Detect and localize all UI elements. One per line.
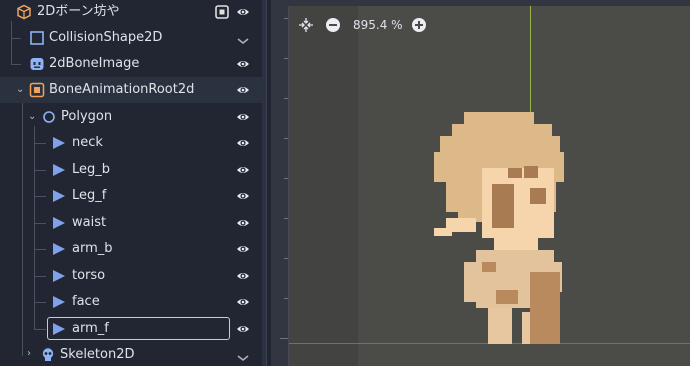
- tree-item-torso[interactable]: torso: [0, 263, 262, 289]
- tree-item-waist[interactable]: waist: [0, 210, 262, 236]
- visibility-eye-icon[interactable]: [236, 110, 250, 124]
- script-toggle-icon[interactable]: [215, 5, 229, 19]
- character-sprite[interactable]: [434, 112, 584, 352]
- tree-item-arm-f[interactable]: arm_f: [0, 316, 262, 342]
- tree-item-label: 2Dボーン坊や: [37, 4, 120, 19]
- tree-item-label: torso: [72, 268, 106, 283]
- tree-item-leg-f[interactable]: Leg_f: [0, 183, 262, 209]
- bone-icon: [53, 164, 65, 176]
- tree-item-label: arm_b: [72, 241, 113, 256]
- visibility-eye-icon[interactable]: [236, 242, 250, 256]
- scene-tree-panel: 2Dボーン坊や CollisionShape2D 2dBoneImage ⌄ B…: [0, 0, 262, 366]
- tree-item-root[interactable]: 2Dボーン坊や: [0, 0, 262, 25]
- visibility-eye-icon[interactable]: [236, 189, 250, 203]
- canvas-viewport[interactable]: 895.4 %: [289, 6, 690, 366]
- panel-divider: [266, 0, 267, 366]
- node3d-icon: [17, 4, 31, 20]
- tree-item-label: CollisionShape2D: [49, 30, 163, 45]
- bone-icon: [53, 296, 65, 308]
- tree-item-label: face: [72, 294, 100, 309]
- chevron-down-icon[interactable]: [236, 351, 250, 365]
- visibility-eye-icon[interactable]: [236, 83, 250, 97]
- visibility-eye-icon[interactable]: [236, 322, 250, 336]
- tree-item-label: neck: [72, 135, 103, 150]
- expand-arrow-icon[interactable]: ⌄: [28, 112, 36, 122]
- visibility-eye-icon[interactable]: [236, 163, 250, 177]
- expand-arrow-icon[interactable]: ⌄: [16, 85, 24, 95]
- bone-icon: [53, 217, 65, 229]
- visibility-eye-icon[interactable]: [236, 57, 250, 71]
- bone-icon: [53, 270, 65, 282]
- canvas-outside-region: [289, 6, 358, 366]
- tree-item-neck[interactable]: neck: [0, 130, 262, 156]
- expand-arrow-icon[interactable]: ›: [27, 349, 31, 359]
- tree-item-label: Leg_b: [72, 162, 111, 177]
- polygon-icon: [43, 111, 55, 123]
- visibility-eye-icon[interactable]: [236, 5, 250, 19]
- tree-item-label: BoneAnimationRoot2d: [49, 82, 195, 97]
- visibility-eye-icon[interactable]: [236, 295, 250, 309]
- zoom-level-label[interactable]: 895.4 %: [353, 18, 403, 32]
- zoom-out-icon[interactable]: [324, 16, 342, 34]
- bone-icon: [53, 190, 65, 202]
- tree-item-boneanimationroot2d[interactable]: ⌄ BoneAnimationRoot2d: [0, 77, 262, 103]
- tree-item-skeleton2d[interactable]: › Skeleton2D: [0, 342, 262, 366]
- bone-icon: [53, 137, 65, 149]
- vertical-ruler: [271, 0, 289, 366]
- tree-item-polygon[interactable]: ⌄ Polygon: [0, 104, 262, 130]
- bone-icon: [53, 323, 65, 335]
- sprite-icon: [30, 58, 44, 70]
- scene-instance-icon: [29, 82, 45, 98]
- tree-item-label: waist: [72, 215, 107, 230]
- tree-item-label: arm_f: [72, 321, 109, 336]
- bone-icon: [53, 243, 65, 255]
- visibility-eye-icon[interactable]: [236, 269, 250, 283]
- tree-item-arm-b[interactable]: arm_b: [0, 236, 262, 262]
- collision-shape-icon: [30, 31, 44, 45]
- visibility-eye-icon[interactable]: [236, 216, 250, 230]
- tree-item-face[interactable]: face: [0, 289, 262, 315]
- tree-item-label: Polygon: [61, 109, 113, 124]
- tree-item-label: 2dBoneImage: [49, 56, 140, 71]
- tree-item-collisionshape2d[interactable]: CollisionShape2D: [0, 25, 262, 51]
- leg-shadow: [530, 308, 560, 344]
- skeleton-icon: [42, 348, 54, 361]
- tree-item-2dboneimage[interactable]: 2dBoneImage: [0, 51, 262, 77]
- tree-item-label: Leg_f: [72, 188, 107, 203]
- zoom-in-icon[interactable]: [410, 16, 428, 34]
- center-view-icon[interactable]: [297, 16, 315, 34]
- chevron-down-icon[interactable]: [236, 34, 250, 48]
- tree-item-label: Skeleton2D: [60, 347, 135, 362]
- tree-item-leg-b[interactable]: Leg_b: [0, 157, 262, 183]
- visibility-eye-icon[interactable]: [236, 136, 250, 150]
